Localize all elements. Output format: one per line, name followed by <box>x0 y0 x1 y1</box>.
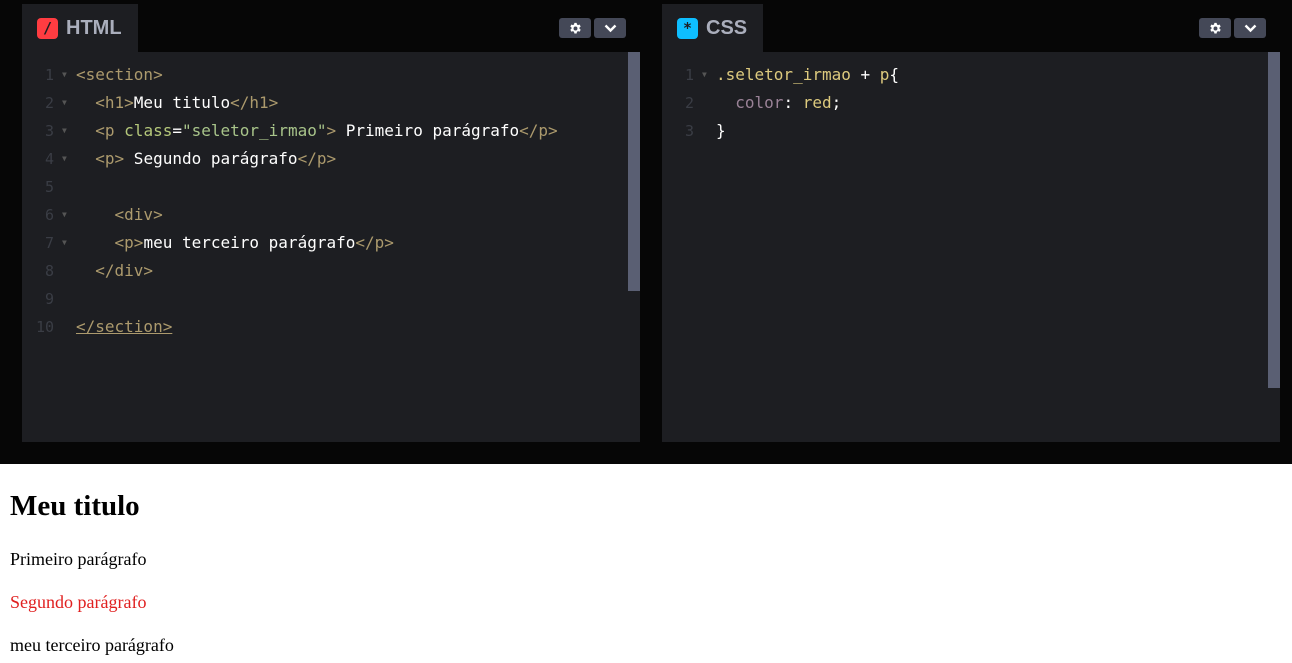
css-code-editor[interactable]: 1 ▼ .seletor_irmao + p{ 2 color: red; 3} <box>662 52 1280 442</box>
preview-paragraph-2: Segundo parágrafo <box>10 592 147 612</box>
chevron-down-icon <box>1244 24 1256 32</box>
html-logo-icon: / <box>37 17 58 39</box>
preview-paragraph-3: meu terceiro parágrafo <box>10 635 174 655</box>
code-text: <div> <box>95 205 163 224</box>
html-settings-button[interactable] <box>559 18 591 38</box>
html-code-editor[interactable]: 1 ▼ <section> 2 ▼ <h1>Meu titulo</h1> 3 ▼ <p… <box>22 52 640 442</box>
editor-area: / HTML 1 ▼ <section> 2 ▼ <h1>Meu titulo</h1… <box>0 0 1292 464</box>
html-scrollbar[interactable] <box>628 52 640 291</box>
html-pane-header: / HTML <box>22 4 640 52</box>
css-tab[interactable]: * CSS <box>662 4 764 52</box>
preview-heading: Meu titulo <box>10 490 140 522</box>
code-text: </section> <box>76 317 173 336</box>
result-preview: Meu titulo Primeiro parágrafo Segundo pa… <box>0 464 1292 663</box>
css-scrollbar[interactable] <box>1268 52 1280 388</box>
css-collapse-button[interactable] <box>1234 18 1266 38</box>
html-collapse-button[interactable] <box>594 18 626 38</box>
chevron-down-icon <box>604 24 616 32</box>
code-text: <section> <box>76 65 163 84</box>
preview-paragraph-1: Primeiro parágrafo <box>10 549 147 569</box>
code-text: } <box>716 121 726 140</box>
css-logo-icon: * <box>677 17 698 39</box>
css-tab-title: CSS <box>706 16 748 39</box>
html-tab-title: HTML <box>66 16 122 39</box>
css-pane-header: * CSS <box>662 4 1280 52</box>
css-settings-button[interactable] <box>1199 18 1231 38</box>
html-tab[interactable]: / HTML <box>22 4 138 52</box>
gear-icon <box>1209 22 1221 33</box>
code-text: </div> <box>76 261 154 280</box>
gear-icon <box>569 22 581 33</box>
css-editor-pane: * CSS 1 ▼ .seletor_irmao + p{ 2 color: red… <box>662 4 1280 442</box>
html-editor-pane: / HTML 1 ▼ <section> 2 ▼ <h1>Meu titulo</h1… <box>22 4 640 442</box>
